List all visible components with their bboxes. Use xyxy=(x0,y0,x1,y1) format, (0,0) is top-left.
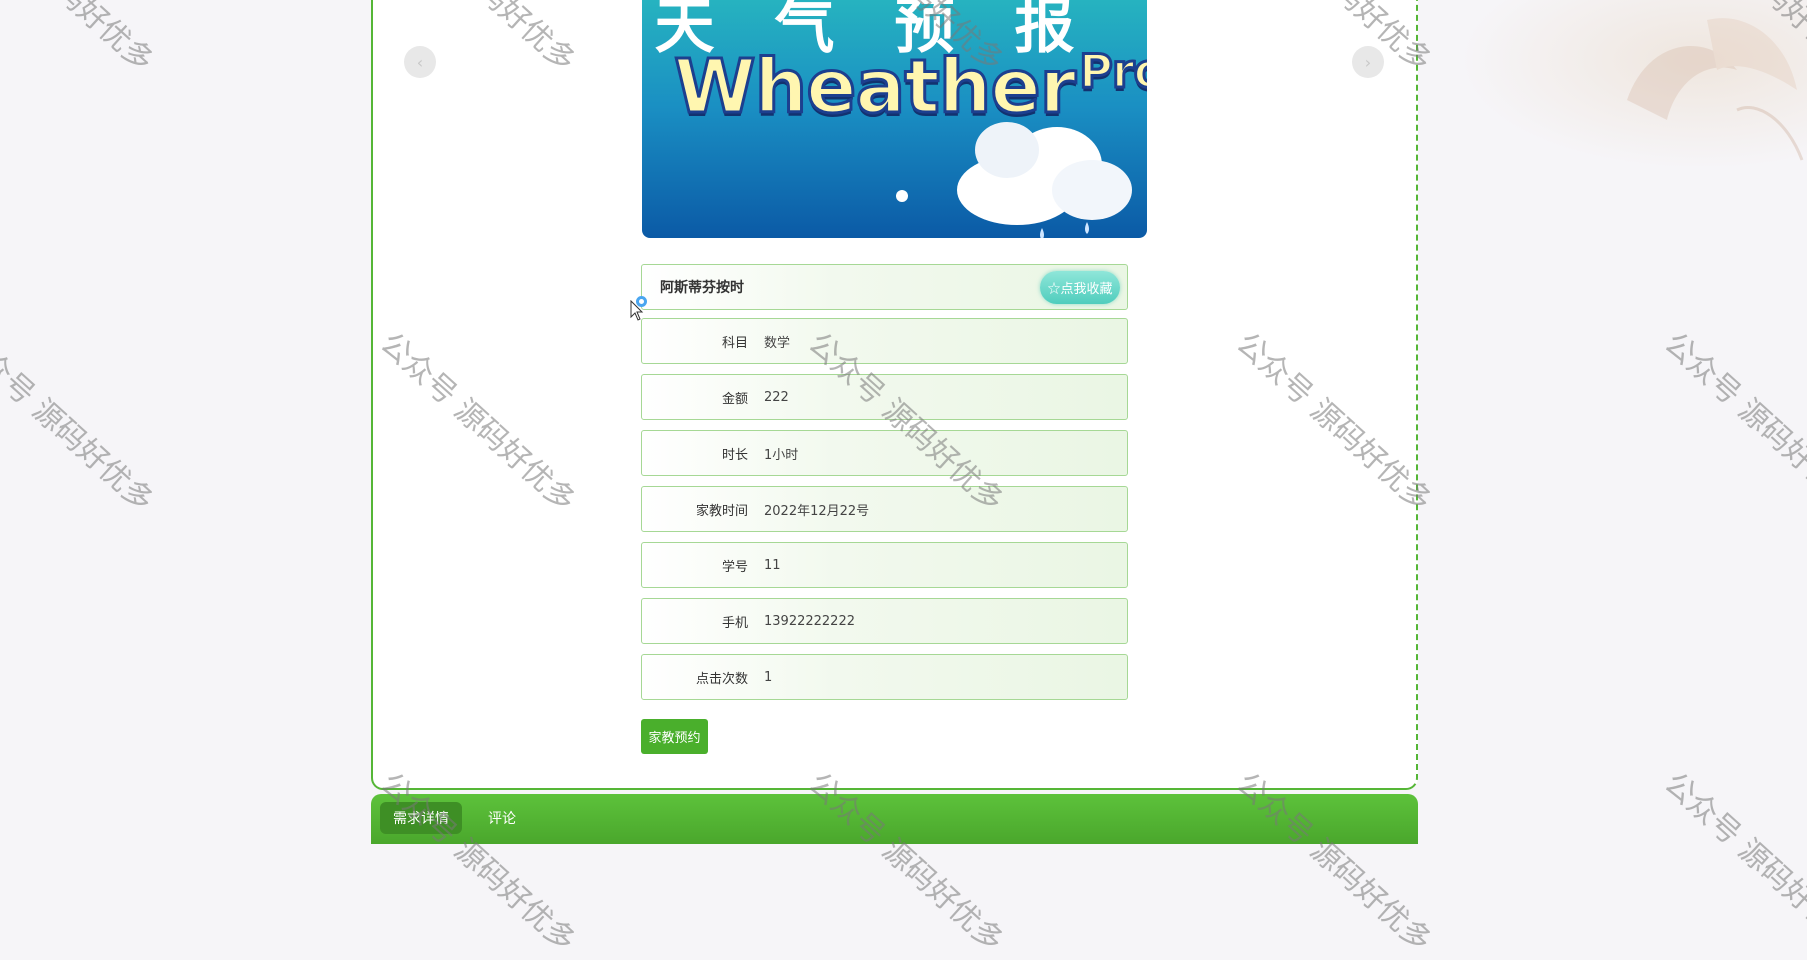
field-label: 学号 xyxy=(721,559,748,575)
tab-requirement-details[interactable]: 需求详情 xyxy=(380,802,462,834)
detail-name: 阿斯蒂芬按时 xyxy=(660,280,744,296)
field-row-click-count: 点击次数 1 xyxy=(641,654,1128,700)
field-label: 点击次数 xyxy=(695,671,748,687)
field-label: 时长 xyxy=(721,447,748,463)
field-label: 科目 xyxy=(721,335,748,351)
book-tutoring-button[interactable]: 家教预约 xyxy=(641,719,708,754)
field-value: 222 xyxy=(764,389,789,405)
field-label: 家教时间 xyxy=(695,503,748,519)
field-row-student-id: 学号 11 xyxy=(641,542,1128,588)
field-row-tutoring-time: 家教时间 2022年12月22号 xyxy=(641,486,1128,532)
field-value: 2022年12月22号 xyxy=(764,503,870,519)
field-value: 13922222222 xyxy=(764,613,855,629)
field-value: 1小时 xyxy=(764,447,799,463)
image-carousel: 天气预报 WheatherPro xyxy=(642,0,1147,238)
field-value: 11 xyxy=(764,557,781,573)
chevron-right-icon: › xyxy=(1364,52,1372,72)
field-row-amount: 金额 222 xyxy=(641,374,1128,420)
tab-bar xyxy=(371,794,1418,844)
field-label: 金额 xyxy=(721,391,748,407)
chevron-left-icon: ‹ xyxy=(416,52,424,72)
field-label: 手机 xyxy=(721,615,748,631)
field-value: 数学 xyxy=(764,335,791,351)
cloud-icon xyxy=(957,122,1132,238)
field-row-subject: 科目 数学 xyxy=(641,318,1128,364)
mouse-cursor-icon xyxy=(630,300,644,321)
carousel-title-sup: Pro xyxy=(1078,43,1147,100)
carousel-prev-button[interactable]: ‹ xyxy=(404,46,436,78)
favorite-button[interactable]: ☆点我收藏 xyxy=(1040,271,1120,304)
floral-decoration xyxy=(1627,18,1804,161)
carousel-next-button[interactable]: › xyxy=(1352,46,1384,78)
field-row-phone: 手机 13922222222 xyxy=(641,598,1128,644)
field-value: 1 xyxy=(764,669,773,685)
tab-comments[interactable]: 评论 xyxy=(484,802,520,834)
detail-title-card: 阿斯蒂芬按时 ☆点我收藏 xyxy=(641,264,1128,310)
carousel-indicator-dot[interactable] xyxy=(896,190,908,202)
field-row-duration: 时长 1小时 xyxy=(641,430,1128,476)
